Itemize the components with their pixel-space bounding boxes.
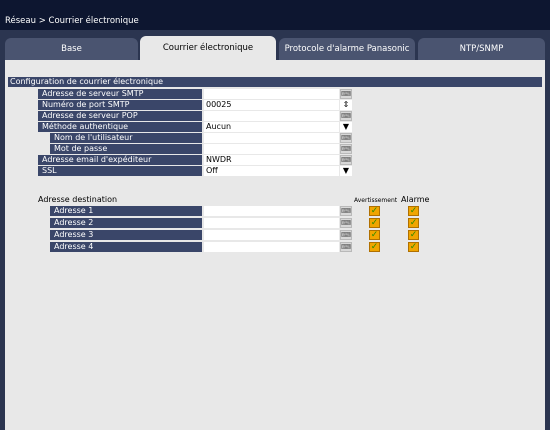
smtp-port-label: Numéro de port SMTP [38,100,202,110]
keyboard-icon[interactable]: ⌨ [340,133,352,143]
section-title: Configuration de courrier électronique [8,77,542,87]
ssl-select[interactable]: Off [204,166,339,176]
address-1-label: Adresse 1 [50,206,202,216]
tab-ntp-snmp[interactable]: NTP/SNMP [418,38,545,60]
keyboard-icon[interactable]: ⌨ [340,144,352,154]
address-2-warning-checkbox[interactable]: ✓ [369,218,380,228]
address-2-label: Adresse 2 [50,218,202,228]
password-input[interactable] [204,144,339,154]
alarm-column-header: Alarme [401,195,430,204]
tab-courrier-electronique[interactable]: Courrier électronique [140,36,276,60]
ssl-label: SSL [38,166,202,176]
address-4-input[interactable] [204,242,339,252]
check-icon: ✓ [370,242,379,252]
auth-method-select[interactable]: Aucun [204,122,339,132]
check-icon: ✓ [409,206,418,216]
address-4-warning-checkbox[interactable]: ✓ [369,242,380,252]
sender-email-label: Adresse email d'expéditeur [38,155,202,165]
smtp-server-label: Adresse de serveur SMTP [38,89,202,99]
auth-method-label: Méthode authentique [38,122,202,132]
check-icon: ✓ [409,230,418,240]
sender-email-input[interactable]: NWDR [204,155,339,165]
tab-base[interactable]: Base [5,38,138,60]
username-input[interactable] [204,133,339,143]
check-icon: ✓ [409,242,418,252]
smtp-port-input[interactable]: 00025 [204,100,339,110]
address-2-input[interactable] [204,218,339,228]
chevron-down-icon[interactable]: ▼ [340,166,352,176]
check-icon: ✓ [370,218,379,228]
title-bar: Réseau > Courrier électronique [0,0,550,30]
address-4-label: Adresse 4 [50,242,202,252]
address-3-warning-checkbox[interactable]: ✓ [369,230,380,240]
address-3-input[interactable] [204,230,339,240]
spinner-icon[interactable]: ⇕ [340,100,352,110]
keyboard-icon[interactable]: ⌨ [340,242,352,252]
address-4-alarm-checkbox[interactable]: ✓ [408,242,419,252]
destination-header: Adresse destination [38,195,118,204]
address-1-input[interactable] [204,206,339,216]
chevron-down-icon[interactable]: ▼ [340,122,352,132]
keyboard-icon[interactable]: ⌨ [340,155,352,165]
password-label: Mot de passe [50,144,202,154]
keyboard-icon[interactable]: ⌨ [340,89,352,99]
address-3-alarm-checkbox[interactable]: ✓ [408,230,419,240]
pop-server-label: Adresse de serveur POP [38,111,202,121]
tab-protocole-alarme[interactable]: Protocole d'alarme Panasonic [279,38,415,60]
check-icon: ✓ [409,218,418,228]
address-1-alarm-checkbox[interactable]: ✓ [408,206,419,216]
check-icon: ✓ [370,230,379,240]
address-2-alarm-checkbox[interactable]: ✓ [408,218,419,228]
keyboard-icon[interactable]: ⌨ [340,218,352,228]
keyboard-icon[interactable]: ⌨ [340,230,352,240]
username-label: Nom de l'utilisateur [50,133,202,143]
smtp-server-input[interactable] [204,89,339,99]
keyboard-icon[interactable]: ⌨ [340,111,352,121]
keyboard-icon[interactable]: ⌨ [340,206,352,216]
address-3-label: Adresse 3 [50,230,202,240]
check-icon: ✓ [370,206,379,216]
warning-column-header: Avertissement [354,197,398,204]
address-1-warning-checkbox[interactable]: ✓ [369,206,380,216]
pop-server-input[interactable] [204,111,339,121]
breadcrumb: Réseau > Courrier électronique [5,16,139,26]
